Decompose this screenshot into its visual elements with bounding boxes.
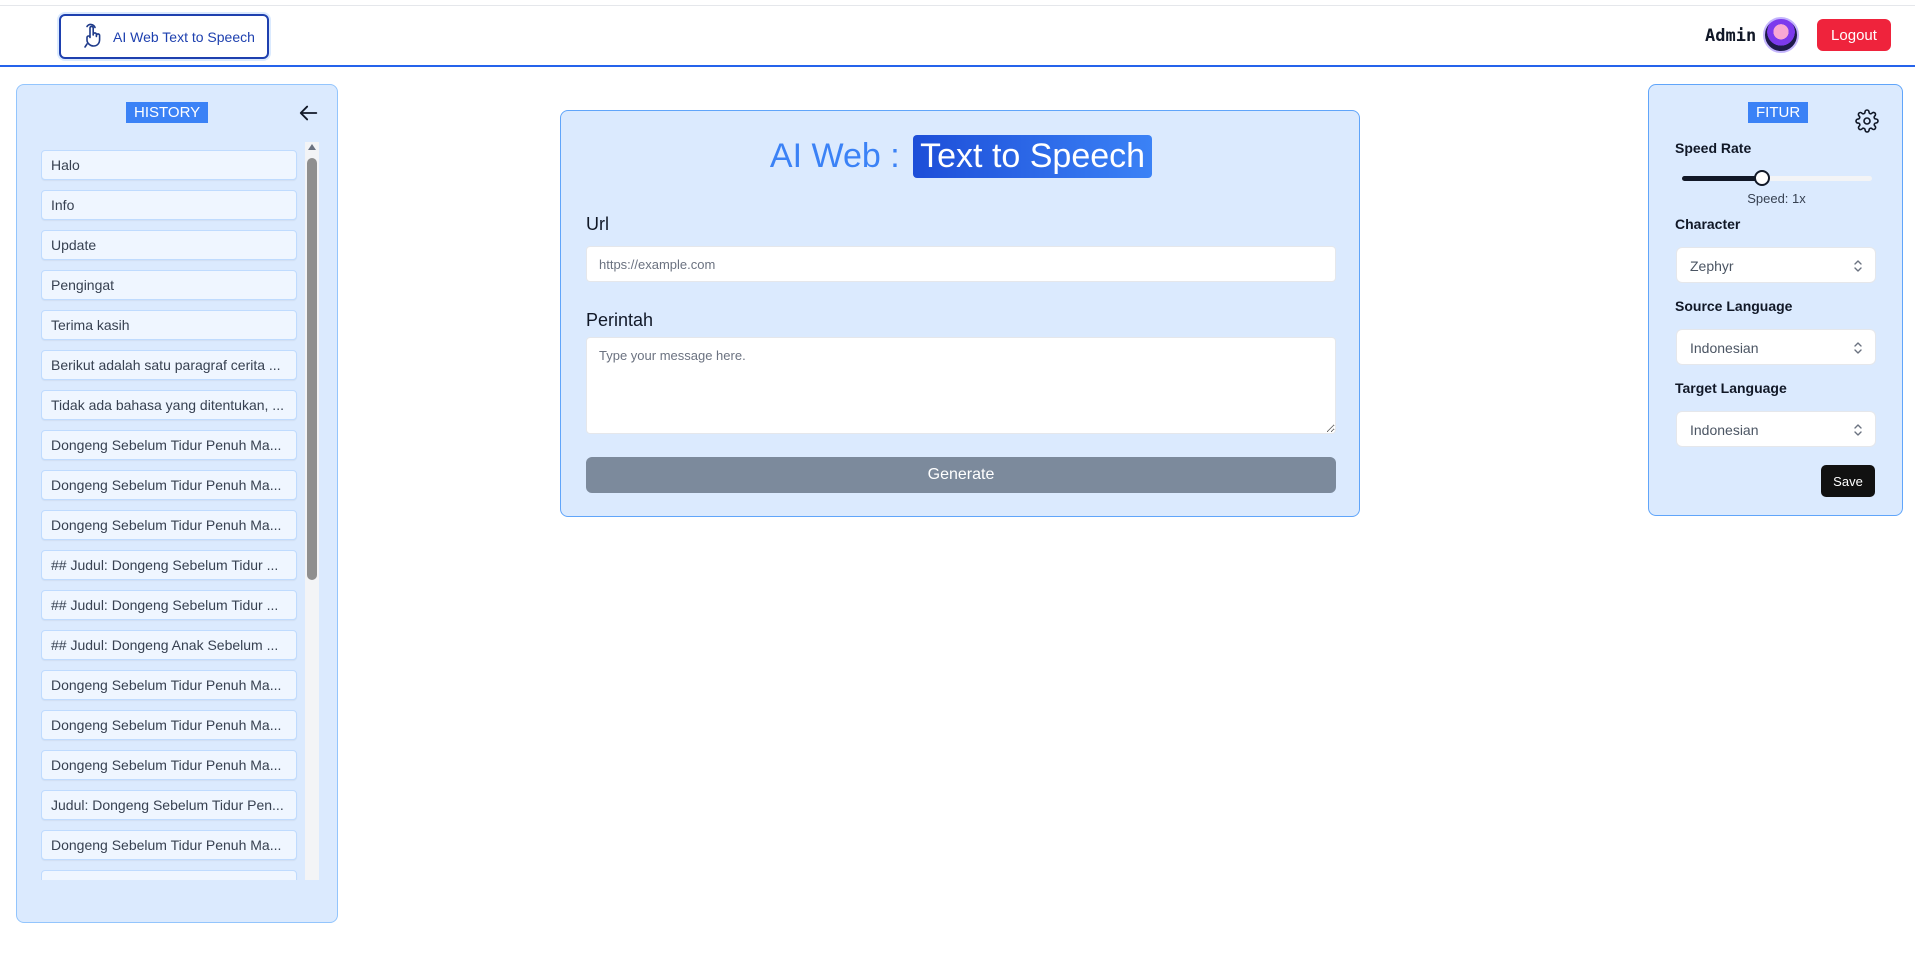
chevron-up-down-icon xyxy=(1854,342,1862,354)
history-item[interactable]: Judul: Dongeng Sebelum Tidur Pen... xyxy=(41,790,297,820)
avatar[interactable] xyxy=(1763,17,1799,53)
history-item[interactable]: Halo xyxy=(41,150,297,180)
navbar: AI Web Text to Speech Admin Logout xyxy=(0,6,1915,67)
source-language-value: Indonesian xyxy=(1690,340,1759,356)
history-item[interactable]: Pengingat xyxy=(41,270,297,300)
fitur-panel: FITUR Speed Rate Speed: 1x Character Zep… xyxy=(1648,84,1903,516)
character-value: Zephyr xyxy=(1690,258,1734,274)
gear-icon[interactable] xyxy=(1855,109,1879,133)
title-prefix: AI Web : xyxy=(769,137,900,175)
url-label: Url xyxy=(586,214,609,234)
history-panel: HISTORY Halo Info Update Pengingat Terima ka… xyxy=(16,84,338,923)
history-item[interactable]: Dongeng Sebelum Tidur Penuh Ma... xyxy=(41,710,297,740)
history-item[interactable]: Dongeng Sebelum Tidur Penuh Ma... xyxy=(41,830,297,860)
prompt-label: Perintah xyxy=(586,310,654,330)
history-item[interactable]: ## Judul: Dongeng Sebelum Tidur ... xyxy=(41,590,297,620)
speed-slider-fill xyxy=(1682,176,1762,181)
chevron-up-down-icon xyxy=(1854,424,1862,436)
speed-value: Speed: 1x xyxy=(1747,191,1806,206)
url-input[interactable] xyxy=(586,246,1336,282)
scroll-thumb[interactable] xyxy=(307,158,317,580)
source-language-label: Source Language xyxy=(1675,298,1793,314)
history-item[interactable]: Berikut adalah satu paragraf cerita ... xyxy=(41,350,297,380)
speed-slider[interactable] xyxy=(1682,170,1872,186)
generate-button[interactable]: Generate xyxy=(586,457,1336,493)
history-item[interactable]: Terima kasih xyxy=(41,310,297,340)
history-item[interactable]: Dongeng Sebelum Tidur Penuh Ma... xyxy=(41,670,297,700)
target-language-value: Indonesian xyxy=(1690,422,1759,438)
save-button[interactable]: Save xyxy=(1821,465,1875,497)
chevron-up-down-icon xyxy=(1854,260,1862,272)
history-item[interactable]: ## Judul: Dongeng Anak Sebelum ... xyxy=(41,630,297,660)
history-item[interactable]: Judul: Dongeng Sebelum Tidur Pen... xyxy=(41,870,297,880)
history-item[interactable]: ## Judul: Dongeng Sebelum Tidur ... xyxy=(41,550,297,580)
history-item[interactable]: Dongeng Sebelum Tidur Penuh Ma... xyxy=(41,750,297,780)
scroll-up-arrow-icon[interactable] xyxy=(308,144,316,150)
history-item[interactable]: Dongeng Sebelum Tidur Penuh Ma... xyxy=(41,430,297,460)
history-item[interactable]: Dongeng Sebelum Tidur Penuh Ma... xyxy=(41,510,297,540)
logout-button[interactable]: Logout xyxy=(1817,19,1891,51)
user-name: Admin xyxy=(1705,26,1757,46)
history-list[interactable]: Halo Info Update Pengingat Terima kasih Berik… xyxy=(41,150,299,880)
page-title: AI Web : Text to Speech xyxy=(561,135,1361,178)
main-card: AI Web : Text to Speech Url Perintah Gen… xyxy=(560,110,1360,517)
brand-button[interactable]: AI Web Text to Speech xyxy=(59,14,269,59)
arrow-left-icon[interactable] xyxy=(298,102,320,124)
character-select[interactable]: Zephyr xyxy=(1676,247,1876,283)
hand-pointer-icon xyxy=(84,23,101,48)
history-item[interactable]: Info xyxy=(41,190,297,220)
history-item[interactable]: Update xyxy=(41,230,297,260)
speed-rate-label: Speed Rate xyxy=(1675,140,1752,156)
history-item[interactable]: Dongeng Sebelum Tidur Penuh Ma... xyxy=(41,470,297,500)
brand-label: AI Web Text to Speech xyxy=(113,28,255,45)
target-language-label: Target Language xyxy=(1675,380,1787,396)
history-scrollbar[interactable] xyxy=(305,142,319,880)
source-language-select[interactable]: Indonesian xyxy=(1676,329,1876,365)
fitur-title: FITUR xyxy=(1748,102,1809,123)
target-language-select[interactable]: Indonesian xyxy=(1676,411,1876,447)
speed-slider-thumb[interactable] xyxy=(1753,170,1770,186)
title-highlight: Text to Speech xyxy=(913,135,1153,178)
history-item[interactable]: Tidak ada bahasa yang ditentukan, ... xyxy=(41,390,297,420)
character-label: Character xyxy=(1675,216,1741,232)
history-title: HISTORY xyxy=(126,102,209,123)
prompt-textarea[interactable] xyxy=(586,337,1336,434)
